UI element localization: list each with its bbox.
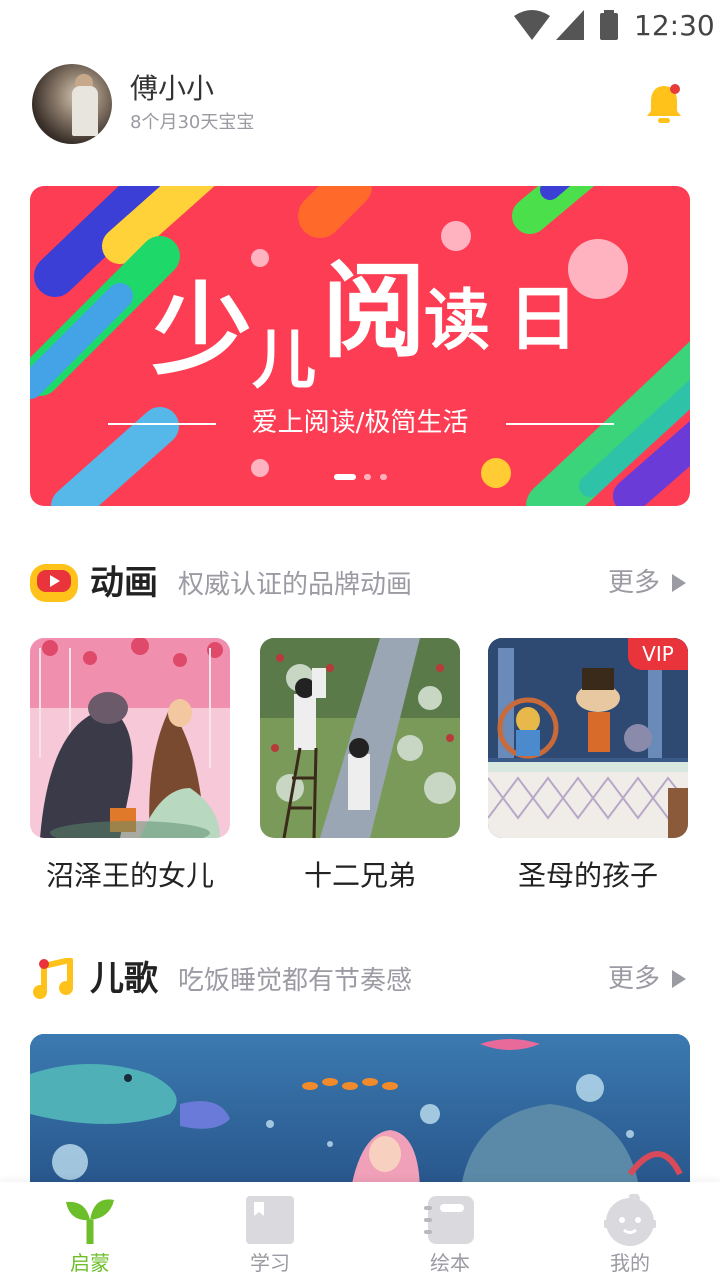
card-thumbnail[interactable]: [30, 638, 230, 838]
tab-label: 启蒙: [70, 1251, 110, 1275]
card-thumbnail[interactable]: [260, 638, 460, 838]
notification-badge: [670, 84, 680, 94]
bottom-tab-bar: 启蒙 学习 绘本 我的: [0, 1182, 720, 1280]
status-time: 12:30: [634, 9, 715, 42]
card-title: 沼泽王的女儿: [45, 859, 214, 892]
baby-face-icon: [604, 1194, 656, 1246]
chevron-right-icon: [672, 574, 686, 592]
status-bar: 12:30: [0, 0, 720, 50]
notebook-icon: [424, 1196, 474, 1244]
song-banner[interactable]: [30, 1034, 690, 1194]
section-title: 动画: [90, 563, 158, 603]
tv-icon: [30, 564, 78, 602]
banner-title: 少 儿 阅 读 日: [152, 250, 578, 398]
tab-label: 学习: [250, 1251, 290, 1275]
section-title: 儿歌: [90, 959, 158, 999]
battery-icon: [600, 10, 618, 40]
page-dot[interactable]: [380, 474, 387, 480]
avatar[interactable]: [32, 64, 112, 144]
tab-label: 我的: [610, 1251, 650, 1275]
music-note-icon: [33, 958, 73, 999]
more-link[interactable]: 更多: [608, 962, 686, 996]
tab-wode[interactable]: 我的: [570, 1192, 690, 1278]
tab-label: 绘本: [430, 1251, 470, 1275]
animation-section-header: 动画 权威认证的品牌动画 更多: [30, 560, 690, 608]
baby-age: 8个月30天宝宝: [130, 112, 255, 133]
tab-xuexi[interactable]: 学习: [210, 1192, 330, 1278]
song-section-header: 儿歌 吃饭睡觉都有节奏感 更多: [30, 956, 690, 1004]
page-dot-active[interactable]: [334, 474, 356, 480]
more-link[interactable]: 更多: [608, 566, 686, 600]
tab-huiben[interactable]: 绘本: [390, 1192, 510, 1278]
book-icon: [246, 1196, 294, 1244]
wifi-icon: [514, 10, 550, 40]
baby-name: 傅小小: [130, 72, 215, 105]
banner-divider-right: [506, 423, 614, 425]
card-thumbnail[interactable]: VIP: [488, 638, 688, 838]
vip-badge: VIP: [628, 638, 688, 670]
sprout-icon: [66, 1199, 114, 1244]
tab-qimeng[interactable]: 启蒙: [30, 1192, 150, 1278]
promo-banner[interactable]: 少 儿 阅 读 日 爱上阅读/极简生活: [30, 186, 690, 506]
page-dot[interactable]: [364, 474, 371, 480]
chevron-right-icon: [672, 970, 686, 988]
signal-icon: [556, 10, 584, 40]
card-title: 十二兄弟: [303, 859, 416, 892]
profile-header[interactable]: 傅小小 8个月30天宝宝: [32, 64, 692, 144]
section-desc: 权威认证的品牌动画: [178, 570, 413, 600]
bell-icon[interactable]: [646, 82, 682, 126]
card-title: 圣母的孩子: [517, 859, 658, 892]
section-desc: 吃饭睡觉都有节奏感: [178, 966, 413, 996]
